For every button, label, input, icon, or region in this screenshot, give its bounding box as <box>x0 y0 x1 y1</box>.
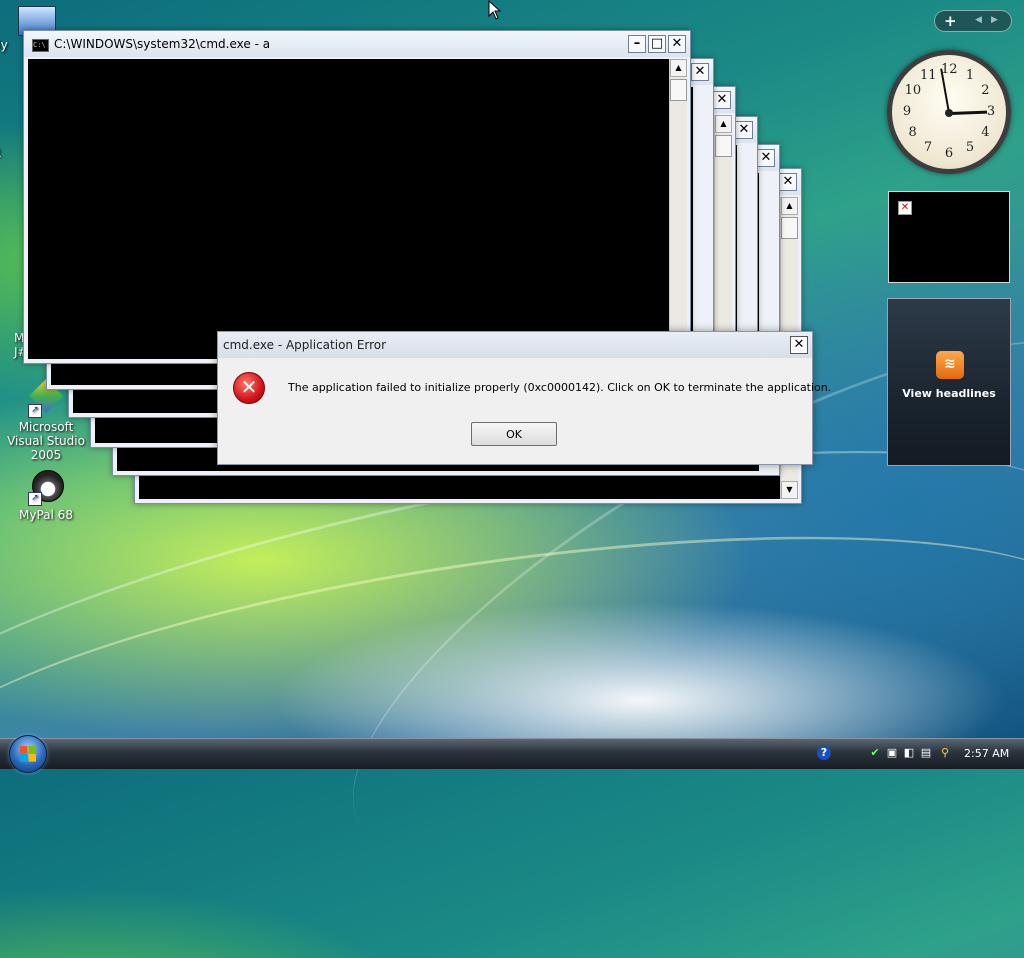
clock-numeral: 4 <box>981 125 990 140</box>
sidebar-prev-button[interactable]: ◀ <box>975 15 982 25</box>
shortcut-arrow-icon: ➚ <box>28 492 42 506</box>
desktop-icon-label: MyPal 68 <box>19 508 73 522</box>
scroll-up-arrow-icon[interactable]: ▲ <box>670 59 687 77</box>
scroll-up-arrow-icon[interactable]: ▲ <box>715 115 732 133</box>
window-title: C:\WINDOWS\system32\cmd.exe - a <box>54 37 271 51</box>
raccoon-icon: ➚ <box>26 466 66 506</box>
rss-icon: ≋ <box>936 351 964 379</box>
clock-numeral: 8 <box>908 125 917 140</box>
application-error-dialog[interactable]: cmd.exe - Application Error ✕ ✕ The appl… <box>217 331 831 465</box>
shortcut-arrow-icon: ➚ <box>28 404 42 418</box>
search-icon[interactable]: ⚲ <box>938 746 952 760</box>
desktop-icon-label: My <box>0 38 8 52</box>
safely-remove-icon[interactable]: ✔ <box>868 746 882 760</box>
volume-icon[interactable]: ◧ <box>902 746 916 760</box>
scroll-down-arrow-icon[interactable]: ▼ <box>781 481 798 499</box>
taskbar: ? ✔ ▣ ◧ ▤ ⚲ 2:57 AM <box>0 735 1024 773</box>
clock-numeral: 3 <box>986 104 996 119</box>
slideshow-gadget[interactable]: ✕ <box>888 191 1010 283</box>
sidebar-controls: + ◀ ▶ <box>934 10 1012 32</box>
close-button[interactable]: ✕ <box>779 173 797 191</box>
scroll-thumb[interactable] <box>781 217 798 239</box>
clock-numeral: 11 <box>920 67 937 83</box>
desktop-icon-label: Microsoft Visual Studio 2005 <box>7 420 85 462</box>
ok-button[interactable]: OK <box>471 422 557 446</box>
help-icon[interactable]: ? <box>817 746 831 760</box>
desktop-icon-label: R <box>0 146 1 160</box>
dialog-title: cmd.exe - Application Error <box>223 338 387 352</box>
scroll-thumb[interactable] <box>715 135 732 157</box>
clock-numeral: 1 <box>965 67 975 83</box>
dialog-title-bar[interactable]: cmd.exe - Application Error ✕ <box>218 332 812 358</box>
desktop-icon-mypal[interactable]: ➚ MyPal 68 <box>1 466 91 522</box>
clock-numeral: 12 <box>941 62 958 77</box>
clock-numeral: 5 <box>965 140 975 156</box>
sidebar-next-button[interactable]: ▶ <box>991 15 998 25</box>
dialog-close-button[interactable]: ✕ <box>790 336 808 354</box>
console-icon: C:\ <box>32 39 49 52</box>
cmd-window-main[interactable]: C:\ C:\WINDOWS\system32\cmd.exe - a – □ … <box>23 30 691 364</box>
view-headlines-link[interactable]: View headlines <box>888 387 1010 400</box>
start-button[interactable] <box>9 735 47 773</box>
clock-numeral: 10 <box>904 83 922 98</box>
error-message: The application failed to initialize pro… <box>288 381 832 394</box>
broken-image-icon: ✕ <box>898 201 912 215</box>
mouse-cursor-icon <box>488 0 502 24</box>
scroll-up-arrow-icon[interactable]: ▲ <box>781 197 798 215</box>
minimize-button[interactable]: – <box>628 35 646 53</box>
maximize-button[interactable]: □ <box>648 35 666 53</box>
add-gadget-button[interactable]: + <box>944 12 957 30</box>
close-button[interactable]: ✕ <box>691 63 709 81</box>
clock-center <box>945 109 953 117</box>
title-bar[interactable]: C:\ C:\WINDOWS\system32\cmd.exe - a – □ … <box>24 31 690 57</box>
close-button[interactable]: ✕ <box>757 149 775 167</box>
vertical-scrollbar[interactable]: ▲ <box>669 59 687 359</box>
close-button[interactable]: ✕ <box>713 91 731 109</box>
close-button[interactable]: ✕ <box>668 35 686 53</box>
scroll-thumb[interactable] <box>670 79 687 101</box>
clock-time[interactable]: 2:57 AM <box>964 747 1009 760</box>
console-area[interactable] <box>28 59 670 359</box>
clock-numeral: 7 <box>923 140 933 156</box>
close-button[interactable]: ✕ <box>735 121 753 139</box>
clock-numeral: 2 <box>981 83 990 98</box>
clock-gadget[interactable]: 12 1 2 3 4 5 6 7 8 9 10 11 <box>887 50 1011 174</box>
windows-logo-icon <box>20 746 36 762</box>
clock-numeral: 9 <box>902 104 912 119</box>
error-icon: ✕ <box>233 372 265 404</box>
clock-numeral: 6 <box>944 146 954 161</box>
feed-headlines-gadget[interactable]: ≋ View headlines <box>887 298 1011 466</box>
network-icon[interactable]: ▣ <box>885 746 899 760</box>
display-icon[interactable]: ▤ <box>919 746 933 760</box>
